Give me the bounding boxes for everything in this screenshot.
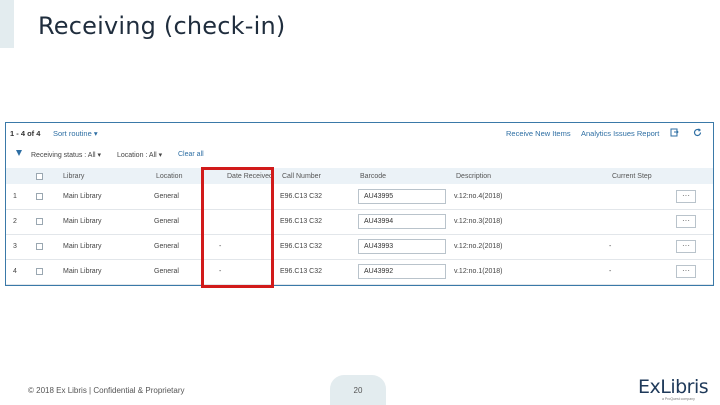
filter-bar: Receiving status : All ▾ Location : All … — [6, 147, 713, 163]
table-row[interactable]: 1 Main Library General E96.C13 C32 AU439… — [6, 184, 713, 210]
toolbar: 1 - 4 of 4 Sort routine ▾ Receive New It… — [6, 123, 713, 143]
row-actions-button[interactable]: ··· — [676, 190, 696, 203]
date-received-cell: - — [219, 268, 222, 275]
slide-title: Receiving (check-in) — [38, 12, 286, 40]
result-count: 1 - 4 of 4 — [10, 129, 41, 138]
column-header-date-received: Date Received — [227, 173, 273, 180]
select-all-checkbox[interactable] — [36, 173, 43, 180]
clear-all-filters-link[interactable]: Clear all — [178, 151, 204, 158]
library-cell: Main Library — [63, 193, 102, 200]
location-cell: General — [154, 193, 179, 200]
location-cell: General — [154, 268, 179, 275]
call-number-cell: E96.C13 C32 — [280, 193, 323, 200]
library-cell: Main Library — [63, 243, 102, 250]
export-icon[interactable] — [670, 128, 679, 137]
library-cell: Main Library — [63, 218, 102, 225]
call-number-cell: E96.C13 C32 — [280, 268, 323, 275]
date-received-cell: - — [219, 243, 222, 250]
library-cell: Main Library — [63, 268, 102, 275]
row-number: 3 — [13, 243, 17, 250]
row-actions-button[interactable]: ··· — [676, 240, 696, 253]
row-checkbox[interactable] — [36, 218, 43, 225]
analytics-report-link[interactable]: Analytics Issues Report — [581, 129, 659, 138]
column-header-barcode: Barcode — [360, 173, 387, 180]
description-cell: v.12:no.4(2018) — [454, 193, 503, 200]
row-number: 2 — [13, 218, 17, 225]
current-step-cell: - — [609, 243, 612, 250]
column-header-current-step: Current Step — [612, 173, 652, 180]
logo-subtext: a ProQuest company — [662, 397, 695, 401]
column-header-library: Library — [63, 173, 85, 180]
row-number: 1 — [13, 193, 17, 200]
barcode-input[interactable]: AU43993 — [358, 239, 446, 254]
receiving-status-filter[interactable]: Receiving status : All ▾ — [31, 151, 101, 159]
description-cell: v.12:no.2(2018) — [454, 243, 503, 250]
refresh-icon[interactable] — [693, 128, 702, 137]
filter-icon[interactable] — [16, 150, 22, 156]
column-header-location: Location — [156, 173, 183, 180]
description-cell: v.12:no.3(2018) — [454, 218, 503, 225]
barcode-input[interactable]: AU43995 — [358, 189, 446, 204]
table-header-row: Library Location Date Received Call Numb… — [6, 168, 713, 184]
row-number: 4 — [13, 268, 17, 275]
page-number: 20 — [353, 386, 363, 395]
row-checkbox[interactable] — [36, 243, 43, 250]
exlibris-logo: ExLibris a ProQuest company — [638, 376, 709, 402]
column-header-description: Description — [456, 173, 492, 180]
table-row[interactable]: 3 Main Library General - E96.C13 C32 AU4… — [6, 234, 713, 260]
call-number-cell: E96.C13 C32 — [280, 218, 323, 225]
location-cell: General — [154, 218, 179, 225]
row-actions-button[interactable]: ··· — [676, 265, 696, 278]
barcode-input[interactable]: AU43994 — [358, 214, 446, 229]
sort-dropdown[interactable]: Sort routine ▾ — [53, 129, 98, 138]
title-accent-bar — [0, 0, 14, 48]
row-actions-button[interactable]: ··· — [676, 215, 696, 228]
column-header-call-number: Call Number — [282, 173, 321, 180]
footer-copyright: © 2018 Ex Libris | Confidential & Propri… — [28, 386, 185, 395]
table-row[interactable]: 4 Main Library General - E96.C13 C32 AU4… — [6, 259, 713, 285]
location-cell: General — [154, 243, 179, 250]
call-number-cell: E96.C13 C32 — [280, 243, 323, 250]
row-checkbox[interactable] — [36, 193, 43, 200]
logo-text: ExLibris — [638, 376, 709, 398]
current-step-cell: - — [609, 268, 612, 275]
barcode-input[interactable]: AU43992 — [358, 264, 446, 279]
receive-new-items-link[interactable]: Receive New Items — [506, 129, 571, 138]
page-number-tab: 20 — [330, 375, 386, 405]
location-filter[interactable]: Location : All ▾ — [117, 151, 162, 159]
receiving-panel: 1 - 4 of 4 Sort routine ▾ Receive New It… — [5, 122, 714, 286]
row-checkbox[interactable] — [36, 268, 43, 275]
table-row[interactable]: 2 Main Library General E96.C13 C32 AU439… — [6, 209, 713, 235]
description-cell: v.12:no.1(2018) — [454, 268, 503, 275]
